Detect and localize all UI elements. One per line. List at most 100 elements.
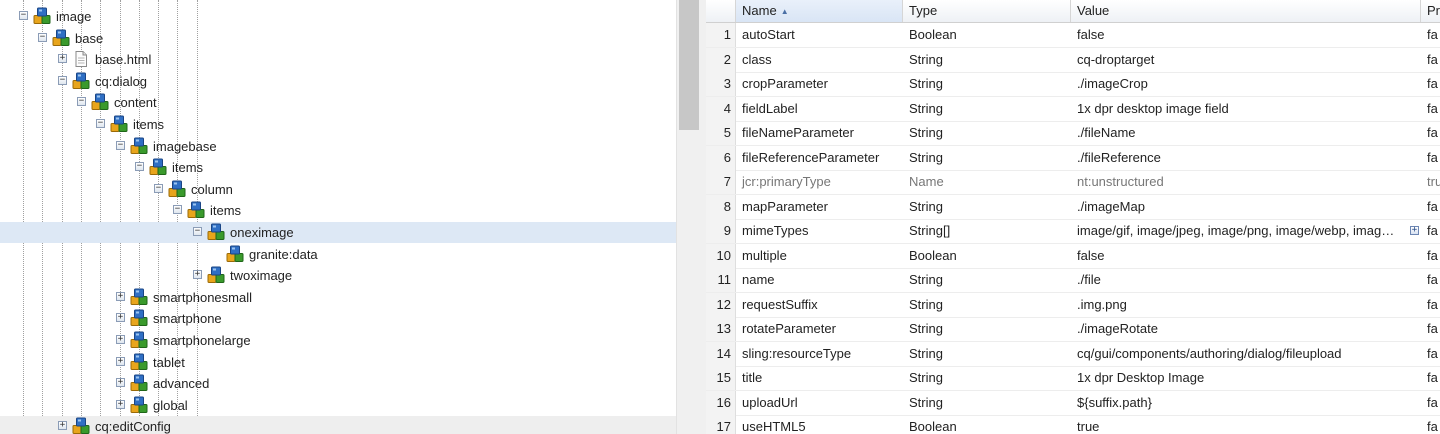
property-row[interactable]: 4 fieldLabel String 1x dpr desktop image fi… [706,97,1440,122]
property-value[interactable]: ./imageRotate [1071,317,1421,341]
property-protected[interactable]: fa [1421,415,1440,434]
property-type[interactable]: String [903,391,1071,415]
property-row[interactable]: 16 uploadUrl String ${suffix.path} fa [706,391,1440,416]
property-name[interactable]: rotateParameter [736,317,903,341]
property-row[interactable]: 15 title String 1x dpr Desktop Image fa [706,366,1440,391]
property-value[interactable]: false [1071,23,1421,47]
property-name[interactable]: requestSuffix [736,293,903,317]
property-type[interactable]: Boolean [903,23,1071,47]
property-type[interactable]: String [903,366,1071,390]
expand-icon[interactable]: + [58,54,67,63]
property-row[interactable]: 6 fileReferenceParameter String ./fileRefer… [706,146,1440,171]
property-protected[interactable]: fa [1421,72,1440,96]
collapse-icon[interactable]: − [58,76,67,85]
property-protected[interactable]: fa [1421,268,1440,292]
expand-icon[interactable]: + [116,378,125,387]
property-row[interactable]: 8 mapParameter String ./imageMap fa [706,195,1440,220]
column-header-protected[interactable]: Pr [1421,0,1440,22]
collapse-icon[interactable]: − [19,11,28,20]
property-protected[interactable]: fa [1421,97,1440,121]
tree-node-smartphonesmall[interactable]: + smartphonesmall [0,287,676,308]
expand-icon[interactable]: + [58,421,67,430]
property-type[interactable]: String [903,268,1071,292]
property-row[interactable]: 14 sling:resourceType String cq/gui/compone… [706,342,1440,367]
column-header-value[interactable]: Value [1071,0,1421,22]
property-type[interactable]: String [903,342,1071,366]
property-type[interactable]: String [903,97,1071,121]
tree-node-imagebase[interactable]: − imagebase [0,136,676,157]
property-name[interactable]: autoStart [736,23,903,47]
property-row[interactable]: 1 autoStart Boolean false fa [706,23,1440,48]
expand-icon[interactable]: + [116,313,125,322]
property-type[interactable]: String [903,72,1071,96]
tree-scrollbar-thumb[interactable] [679,0,699,130]
property-type[interactable]: String [903,293,1071,317]
property-name[interactable]: uploadUrl [736,391,903,415]
tree-node-items-2[interactable]: − items [0,157,676,178]
expand-icon[interactable]: + [116,357,125,366]
tree-node-base[interactable]: − base [0,28,676,49]
property-value[interactable]: nt:unstructured [1071,170,1421,194]
property-name[interactable]: useHTML5 [736,415,903,434]
property-value[interactable]: ./fileReference [1071,146,1421,170]
tree-node-twoximage[interactable]: + twoximage [0,265,676,286]
collapse-icon[interactable]: − [135,162,144,171]
collapse-icon[interactable]: − [38,33,47,42]
property-protected[interactable]: tru [1421,170,1440,194]
property-value[interactable]: ./imageMap [1071,195,1421,219]
property-row[interactable]: 13 rotateParameter String ./imageRotate fa [706,317,1440,342]
property-row[interactable]: 10 multiple Boolean false fa [706,244,1440,269]
collapse-icon[interactable]: − [173,205,182,214]
property-protected[interactable]: fa [1421,48,1440,72]
property-protected[interactable]: fa [1421,195,1440,219]
tree-node-content[interactable]: − content [0,92,676,113]
property-row[interactable]: 11 name String ./file fa [706,268,1440,293]
property-value[interactable]: true [1071,415,1421,434]
property-row[interactable]: 3 cropParameter String ./imageCrop fa [706,72,1440,97]
column-header-type[interactable]: Type [903,0,1071,22]
collapse-icon[interactable]: − [116,141,125,150]
property-name[interactable]: name [736,268,903,292]
property-name[interactable]: fileReferenceParameter [736,146,903,170]
column-header-name[interactable]: Name ▲ [736,0,903,22]
expand-icon[interactable]: + [193,270,202,279]
property-name[interactable]: mapParameter [736,195,903,219]
property-name[interactable]: class [736,48,903,72]
property-protected[interactable]: fa [1421,146,1440,170]
property-protected[interactable]: fa [1421,366,1440,390]
property-value[interactable]: ./imageCrop [1071,72,1421,96]
property-type[interactable]: Boolean [903,415,1071,434]
property-protected[interactable]: fa [1421,391,1440,415]
tree-node-column[interactable]: − column [0,179,676,200]
tree-node-oneximage[interactable]: − oneximage [0,222,676,243]
property-value[interactable]: ./fileName [1071,121,1421,145]
tree-node-items[interactable]: − items [0,114,676,135]
property-value[interactable]: 1x dpr desktop image field [1071,97,1421,121]
property-protected[interactable]: fa [1421,219,1440,243]
tree-node-smartphonelarge[interactable]: + smartphonelarge [0,330,676,351]
property-type[interactable]: Name [903,170,1071,194]
tree-node-image[interactable]: − image [0,6,676,27]
tree-node-smartphone[interactable]: + smartphone [0,308,676,329]
property-value[interactable]: 1x dpr Desktop Image [1071,366,1421,390]
property-value[interactable]: cq-droptarget [1071,48,1421,72]
property-type[interactable]: String [903,195,1071,219]
tree-node-granite-data[interactable]: granite:data [0,244,676,265]
property-protected[interactable]: fa [1421,342,1440,366]
property-protected[interactable]: fa [1421,244,1440,268]
property-value[interactable]: ./file [1071,268,1421,292]
property-value[interactable]: false [1071,244,1421,268]
property-name[interactable]: title [736,366,903,390]
property-name[interactable]: mimeTypes [736,219,903,243]
property-protected[interactable]: fa [1421,23,1440,47]
expand-icon[interactable]: + [116,335,125,344]
property-row[interactable]: 5 fileNameParameter String ./fileName fa [706,121,1440,146]
property-name[interactable]: cropParameter [736,72,903,96]
property-name[interactable]: fileNameParameter [736,121,903,145]
property-name[interactable]: multiple [736,244,903,268]
property-protected[interactable]: fa [1421,293,1440,317]
property-name[interactable]: jcr:primaryType [736,170,903,194]
expand-icon[interactable]: + [116,292,125,301]
property-value[interactable]: image/gif, image/jpeg, image/png, image/… [1071,219,1407,243]
tree-node-items-3[interactable]: − items [0,200,676,221]
